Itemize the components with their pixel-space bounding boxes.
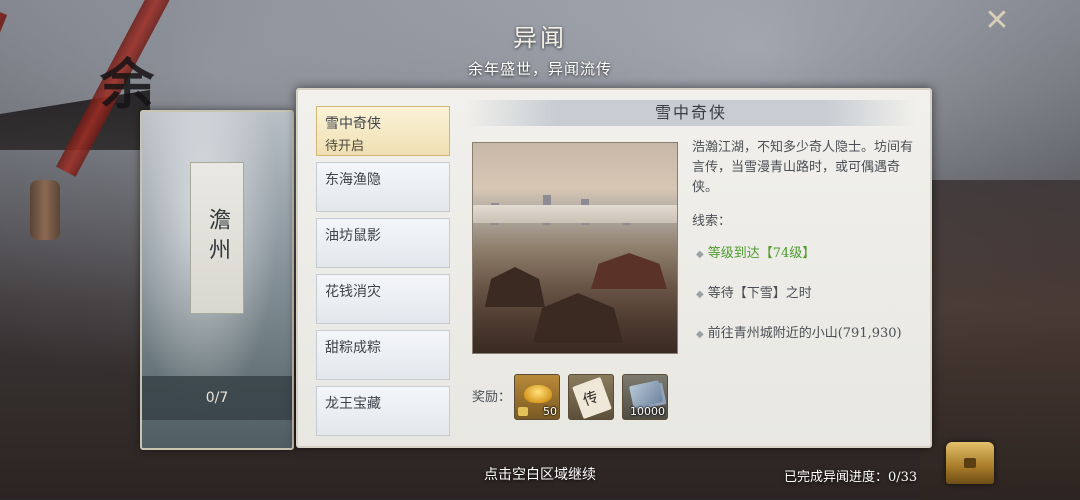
continue-hint: 点击空白区域继续 [484, 467, 596, 483]
scroll-icon: 传 [572, 376, 612, 419]
reward-label: 奖励： [472, 390, 512, 405]
quest-item-name: 甜粽成粽 [325, 340, 381, 356]
region-progress: 0/7 [205, 390, 229, 406]
reward-gold-ingot[interactable]: 50 [514, 374, 560, 420]
quest-item-huaqianxiaozai[interactable]: 花钱消灾 [316, 274, 450, 324]
reward-count: 50 [543, 405, 557, 418]
gold-ingot-icon [524, 385, 552, 403]
completion-progress: 已完成异闻进度：0/33 [784, 470, 918, 485]
quest-item-donghaiyuyin[interactable]: 东海渔隐 [316, 162, 450, 212]
clue-location: ◆ 前往青州城附近的小山(791,930) [696, 326, 902, 341]
quest-illustration [472, 142, 678, 354]
quest-item-longwangbaozang[interactable]: 龙王宝藏 [316, 386, 450, 436]
illustration-building [591, 253, 667, 289]
clue-level: ◆ 等级到达【74级】 [696, 246, 816, 261]
quest-item-name: 花钱消灾 [325, 284, 381, 300]
region-name-plaque: 澹州 [190, 162, 244, 314]
quest-item-xuezhongqixia[interactable]: 雪中奇侠 待开启 [316, 106, 450, 156]
quest-list: 雪中奇侠 待开启 东海渔隐 油坊鼠影 花钱消灾 甜粽成粽 龙王宝藏 [316, 106, 452, 442]
quest-description: 浩瀚江湖，不知多少奇人隐士。坊间有言传，当雪漫青山路时，或可偶遇奇侠。 [692, 140, 914, 195]
diamond-bullet-icon: ◆ [696, 249, 704, 260]
quest-item-name: 雪中奇侠 [325, 116, 381, 132]
region-card[interactable]: 澹州 0/7 [140, 110, 294, 450]
banknotes-icon [629, 380, 663, 408]
illustration-water [473, 205, 677, 223]
treasure-chest-icon[interactable] [946, 442, 994, 484]
lantern-decoration [30, 180, 60, 240]
region-name: 澹州 [205, 208, 230, 268]
quest-item-name: 油坊鼠影 [325, 228, 381, 244]
reward-count: 10000 [630, 405, 665, 418]
page-subtitle: 余年盛世，异闻流传 [467, 60, 612, 78]
clue-weather: ◆ 等待【下雪】之时 [696, 286, 812, 301]
illustration-building [533, 293, 623, 343]
quest-panel: 雪中奇侠 待开启 东海渔隐 油坊鼠影 花钱消灾 甜粽成粽 龙王宝藏 雪中奇侠 浩… [296, 88, 932, 448]
background-buildings [920, 180, 1080, 500]
close-icon[interactable]: ✕ [982, 6, 1012, 36]
quest-title: 雪中奇侠 [466, 100, 916, 126]
page-title: 异闻 [513, 24, 567, 52]
quest-item-status: 待开启 [325, 139, 365, 154]
illustration-building [485, 267, 545, 307]
quest-item-name: 东海渔隐 [325, 172, 381, 188]
clue-label: 线索： [692, 214, 732, 229]
reward-scroll[interactable]: 传 [568, 374, 614, 420]
lock-icon [518, 407, 528, 416]
reward-banknotes[interactable]: 10000 [622, 374, 668, 420]
quest-item-name: 龙王宝藏 [325, 396, 381, 412]
diamond-bullet-icon: ◆ [696, 289, 704, 300]
quest-item-tianzongchengzong[interactable]: 甜粽成粽 [316, 330, 450, 380]
region-progress-bar: 0/7 [142, 376, 292, 420]
diamond-bullet-icon: ◆ [696, 329, 704, 340]
quest-item-youfangshuying[interactable]: 油坊鼠影 [316, 218, 450, 268]
